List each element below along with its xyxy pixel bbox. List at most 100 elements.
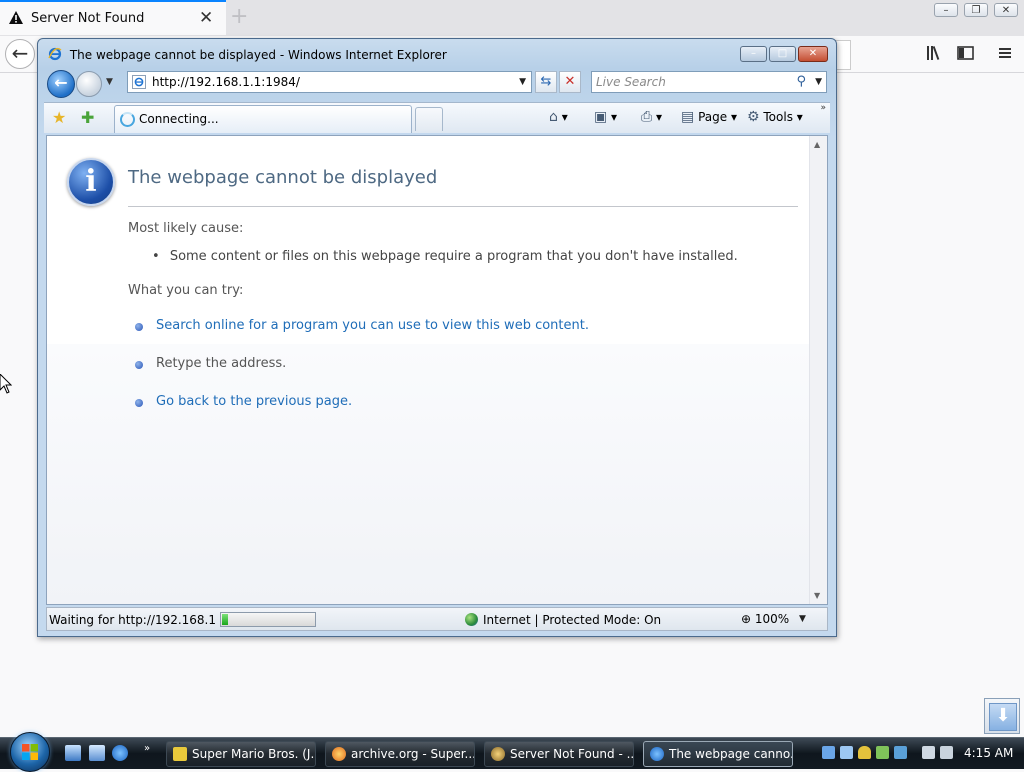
taskbar-clock[interactable]: 4:15 AM bbox=[964, 746, 1013, 760]
outer-back-button[interactable]: ← bbox=[5, 39, 35, 69]
ie-back-button[interactable]: ← bbox=[47, 70, 75, 98]
page-menu-label: Page bbox=[698, 110, 728, 124]
ie-tab-label: Connecting... bbox=[139, 112, 219, 126]
tools-menu-button[interactable]: ⚙ Tools ▾ bbox=[747, 109, 803, 125]
scroll-up-arrow-icon[interactable]: ▲ bbox=[814, 140, 820, 149]
bullet-icon bbox=[135, 361, 143, 369]
mouse-cursor-icon bbox=[0, 373, 13, 397]
close-window-button[interactable]: ✕ bbox=[994, 3, 1018, 17]
ie-stop-button[interactable]: ✕ bbox=[559, 71, 581, 93]
close-tab-icon[interactable]: ✕ bbox=[199, 8, 213, 28]
tray-app-icon[interactable] bbox=[894, 746, 907, 759]
ie-window: The webpage cannot be displayed - Window… bbox=[37, 38, 837, 637]
ie-tab-connecting[interactable]: Connecting... bbox=[114, 105, 412, 133]
gear-icon: ⚙ bbox=[747, 109, 760, 125]
library-icon[interactable] bbox=[926, 45, 944, 65]
search-placeholder: Live Search bbox=[596, 75, 666, 89]
taskbar-button-archive-org[interactable]: archive.org - Super... bbox=[325, 741, 475, 767]
ie-navigation-row: ← ▼ http://192.168.1.1:1984/ ▼ ⇆ ✕ Live … bbox=[44, 69, 830, 99]
ie-minimize-button[interactable]: – bbox=[740, 46, 767, 62]
internet-explorer-icon bbox=[650, 747, 664, 761]
windows-flag-icon bbox=[22, 744, 38, 760]
zoom-text: 100% bbox=[754, 612, 790, 626]
page-menu-button[interactable]: ▤ Page ▾ bbox=[681, 109, 737, 125]
tray-security-shield-icon[interactable] bbox=[858, 746, 871, 759]
sidebar-icon[interactable] bbox=[957, 45, 975, 65]
download-arrow-icon: ⬇ bbox=[989, 703, 1017, 731]
new-tab-button[interactable]: + bbox=[230, 4, 248, 29]
page-icon: ▤ bbox=[681, 109, 695, 125]
bullet-icon bbox=[135, 399, 143, 407]
ie-search-box[interactable]: Live Search ⚲ ▼ bbox=[591, 71, 827, 93]
ie-maximize-button[interactable]: □ bbox=[769, 46, 796, 62]
toolbar-overflow-chevron-icon[interactable]: » bbox=[820, 103, 826, 113]
ie-command-row: ★ ✚ Connecting... ⌂ ▾ ▣ ▾ ⎙ ▾ ▤ Page ▾ ⚙… bbox=[44, 102, 830, 133]
ie-new-tab-button[interactable] bbox=[415, 107, 443, 131]
rss-feed-icon: ▣ bbox=[594, 109, 608, 125]
add-favorites-icon[interactable]: ✚ bbox=[81, 108, 94, 127]
search-options-dropdown-icon[interactable]: ▼ bbox=[815, 77, 822, 87]
loading-spinner-icon bbox=[120, 112, 135, 127]
browser-icon bbox=[491, 747, 505, 761]
content-background-band bbox=[47, 344, 811, 604]
outer-tab-server-not-found[interactable]: Server Not Found ✕ bbox=[0, 0, 226, 35]
taskbar-button-label: archive.org - Super... bbox=[351, 747, 475, 761]
download-button[interactable]: ⬇ bbox=[984, 698, 1020, 734]
taskbar-button-label: The webpage canno... bbox=[669, 747, 793, 761]
taskbar-button-ie-active[interactable]: The webpage canno... bbox=[643, 741, 793, 767]
security-zone[interactable]: Internet | Protected Mode: On bbox=[465, 613, 661, 627]
start-button[interactable] bbox=[10, 732, 50, 772]
quicklaunch-overflow-icon[interactable]: » bbox=[144, 743, 150, 754]
restore-button[interactable]: ❐ bbox=[964, 3, 988, 17]
page-load-progress-bar bbox=[220, 612, 316, 627]
vertical-scrollbar[interactable]: ▲ ▼ bbox=[809, 136, 827, 604]
search-online-link[interactable]: Search online for a program you can use … bbox=[156, 318, 589, 333]
tray-app-icon[interactable] bbox=[840, 746, 853, 759]
taskbar-button-super-mario[interactable]: Super Mario Bros. (J... bbox=[166, 741, 316, 767]
menu-icon[interactable] bbox=[997, 45, 1013, 65]
try-label: What you can try: bbox=[128, 283, 244, 298]
progress-fill bbox=[222, 614, 228, 625]
error-heading: The webpage cannot be displayed bbox=[128, 167, 438, 188]
warning-icon bbox=[9, 11, 23, 27]
feeds-button[interactable]: ▣ ▾ bbox=[594, 109, 617, 125]
ie-title-bar: The webpage cannot be displayed - Window… bbox=[48, 47, 447, 64]
heading-divider bbox=[128, 206, 798, 207]
tray-volume-muted-icon[interactable] bbox=[940, 746, 953, 759]
scroll-down-arrow-icon[interactable]: ▼ bbox=[814, 591, 820, 600]
show-desktop-icon[interactable] bbox=[65, 745, 81, 761]
zoom-level[interactable]: ⊕ 100% bbox=[741, 612, 789, 626]
ie-address-bar[interactable]: http://192.168.1.1:1984/ ▼ bbox=[127, 71, 532, 93]
ie-window-title: The webpage cannot be displayed - Window… bbox=[69, 48, 447, 62]
ie-forward-button[interactable] bbox=[76, 71, 102, 97]
outer-tab-bar: Server Not Found ✕ + – ❐ ✕ bbox=[0, 0, 1024, 36]
go-back-link[interactable]: Go back to the previous page. bbox=[156, 394, 352, 409]
zoom-dropdown-icon[interactable]: ▼ bbox=[799, 614, 806, 624]
tray-app-icon[interactable] bbox=[876, 746, 889, 759]
tray-network-icon[interactable] bbox=[822, 746, 835, 759]
home-icon: ⌂ bbox=[549, 109, 558, 125]
security-zone-text: Internet | Protected Mode: On bbox=[483, 613, 662, 627]
cause-list-item: • Some content or files on this webpage … bbox=[152, 249, 738, 264]
address-dropdown-icon[interactable]: ▼ bbox=[519, 77, 526, 87]
tray-network-connection-icon[interactable] bbox=[922, 746, 935, 759]
ie-refresh-button[interactable]: ⇆ bbox=[535, 71, 557, 93]
zoom-magnifier-icon: ⊕ bbox=[741, 612, 752, 626]
internet-explorer-icon[interactable] bbox=[112, 745, 128, 761]
taskbar-button-server-not-found[interactable]: Server Not Found - ... bbox=[484, 741, 634, 767]
tools-menu-label: Tools bbox=[763, 110, 793, 124]
switch-windows-icon[interactable] bbox=[89, 745, 105, 761]
search-icon[interactable]: ⚲ bbox=[796, 74, 806, 89]
minimize-button[interactable]: – bbox=[934, 3, 958, 17]
print-button[interactable]: ⎙ ▾ bbox=[641, 109, 662, 125]
favorites-star-icon[interactable]: ★ bbox=[52, 108, 66, 127]
browser-icon bbox=[332, 747, 346, 761]
retype-address-text: Retype the address. bbox=[156, 356, 287, 371]
ie-logo-icon bbox=[48, 47, 62, 64]
ie-close-button[interactable]: ✕ bbox=[798, 46, 828, 62]
bullet-icon bbox=[135, 323, 143, 331]
cause-item-text: Some content or files on this webpage re… bbox=[169, 249, 738, 264]
recent-pages-dropdown-icon[interactable]: ▼ bbox=[106, 77, 113, 87]
printer-icon: ⎙ bbox=[641, 109, 653, 125]
home-button[interactable]: ⌂ ▾ bbox=[549, 109, 568, 125]
